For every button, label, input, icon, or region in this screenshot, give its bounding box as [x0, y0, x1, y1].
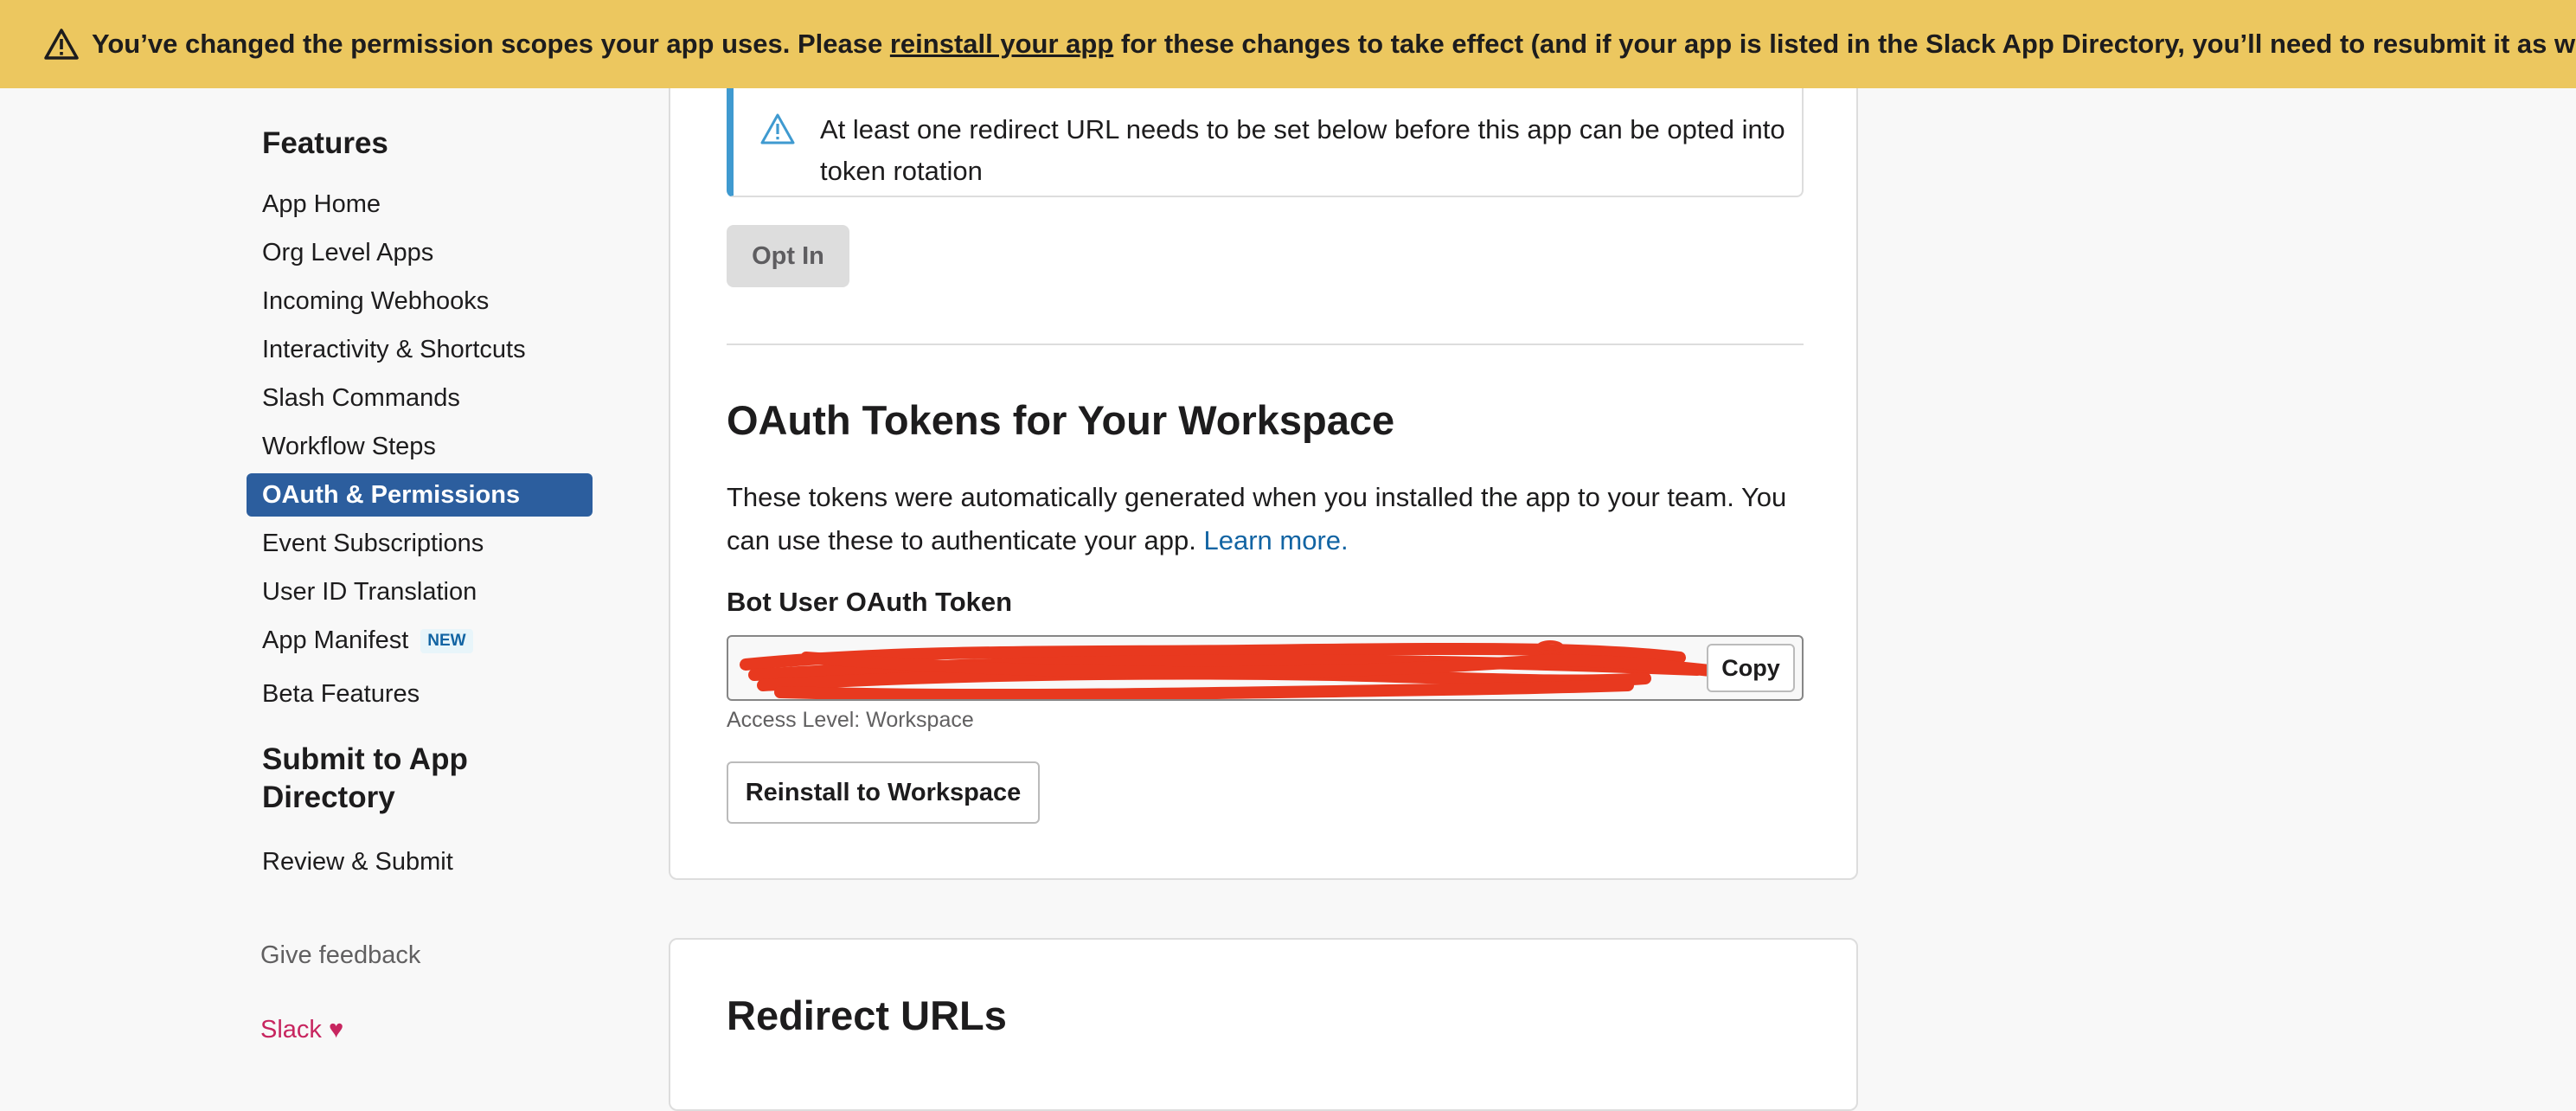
sidebar: Features App Home Org Level Apps Incomin…: [0, 88, 640, 1063]
sidebar-item-user-id-translation[interactable]: User ID Translation: [262, 575, 477, 609]
learn-more-link[interactable]: Learn more.: [1204, 525, 1349, 556]
slack-link[interactable]: Slack ♥: [260, 1016, 343, 1044]
sidebar-item-slash-commands[interactable]: Slash Commands: [262, 381, 460, 415]
permission-warning-banner: You’ve changed the permission scopes you…: [0, 0, 2576, 88]
oauth-tokens-title: OAuth Tokens for Your Workspace: [727, 397, 1395, 443]
submit-heading-line2: Directory: [262, 780, 395, 814]
redirect-urls-title: Redirect URLs: [727, 992, 1007, 1038]
sidebar-item-org-level-apps[interactable]: Org Level Apps: [262, 235, 433, 270]
sidebar-item-oauth-permissions[interactable]: OAuth & Permissions: [247, 473, 593, 517]
sidebar-item-workflow-steps[interactable]: Workflow Steps: [262, 429, 436, 464]
sidebar-item-interactivity-shortcuts[interactable]: Interactivity & Shortcuts: [262, 332, 526, 367]
info-icon: [759, 112, 796, 145]
reinstall-to-workspace-button[interactable]: Reinstall to Workspace: [727, 761, 1040, 824]
oauth-description: These tokens were automatically generate…: [727, 476, 1804, 562]
oauth-card: At least one redirect URL needs to be se…: [669, 52, 1858, 880]
new-badge: NEW: [420, 629, 473, 654]
bot-token-field[interactable]: Copy: [727, 635, 1804, 701]
reinstall-app-link[interactable]: reinstall your app: [890, 29, 1113, 59]
submit-heading-line1: Submit to App: [262, 742, 468, 776]
sidebar-heading-submit: Submit to App Directory: [262, 741, 468, 817]
sidebar-item-beta-features[interactable]: Beta Features: [262, 677, 420, 711]
section-divider: [727, 344, 1804, 345]
token-redaction-scribble: [740, 640, 1755, 699]
banner-text: You’ve changed the permission scopes you…: [92, 29, 2576, 60]
warning-icon: [43, 28, 80, 61]
access-level-text: Access Level: Workspace: [727, 708, 974, 732]
notice-text: At least one redirect URL needs to be se…: [820, 114, 1785, 186]
banner-text-after: for these changes to take effect (and if…: [1113, 29, 2576, 59]
sidebar-item-review-submit[interactable]: Review & Submit: [262, 844, 453, 879]
sidebar-item-app-home[interactable]: App Home: [262, 187, 381, 222]
sidebar-heading-features: Features: [262, 126, 388, 160]
token-rotation-notice: At least one redirect URL needs to be se…: [727, 71, 1804, 197]
banner-text-before: You’ve changed the permission scopes you…: [92, 29, 890, 59]
sidebar-item-event-subscriptions[interactable]: Event Subscriptions: [262, 526, 484, 561]
give-feedback-link[interactable]: Give feedback: [260, 941, 420, 970]
sidebar-item-app-manifest[interactable]: App Manifest NEW: [262, 623, 473, 658]
opt-in-button[interactable]: Opt In: [727, 225, 849, 287]
bot-token-label: Bot User OAuth Token: [727, 587, 1013, 617]
redirect-urls-card: Redirect URLs: [669, 938, 1858, 1111]
sidebar-item-incoming-webhooks[interactable]: Incoming Webhooks: [262, 284, 489, 318]
copy-token-button[interactable]: Copy: [1707, 644, 1795, 692]
sidebar-item-label: App Manifest: [262, 626, 409, 654]
